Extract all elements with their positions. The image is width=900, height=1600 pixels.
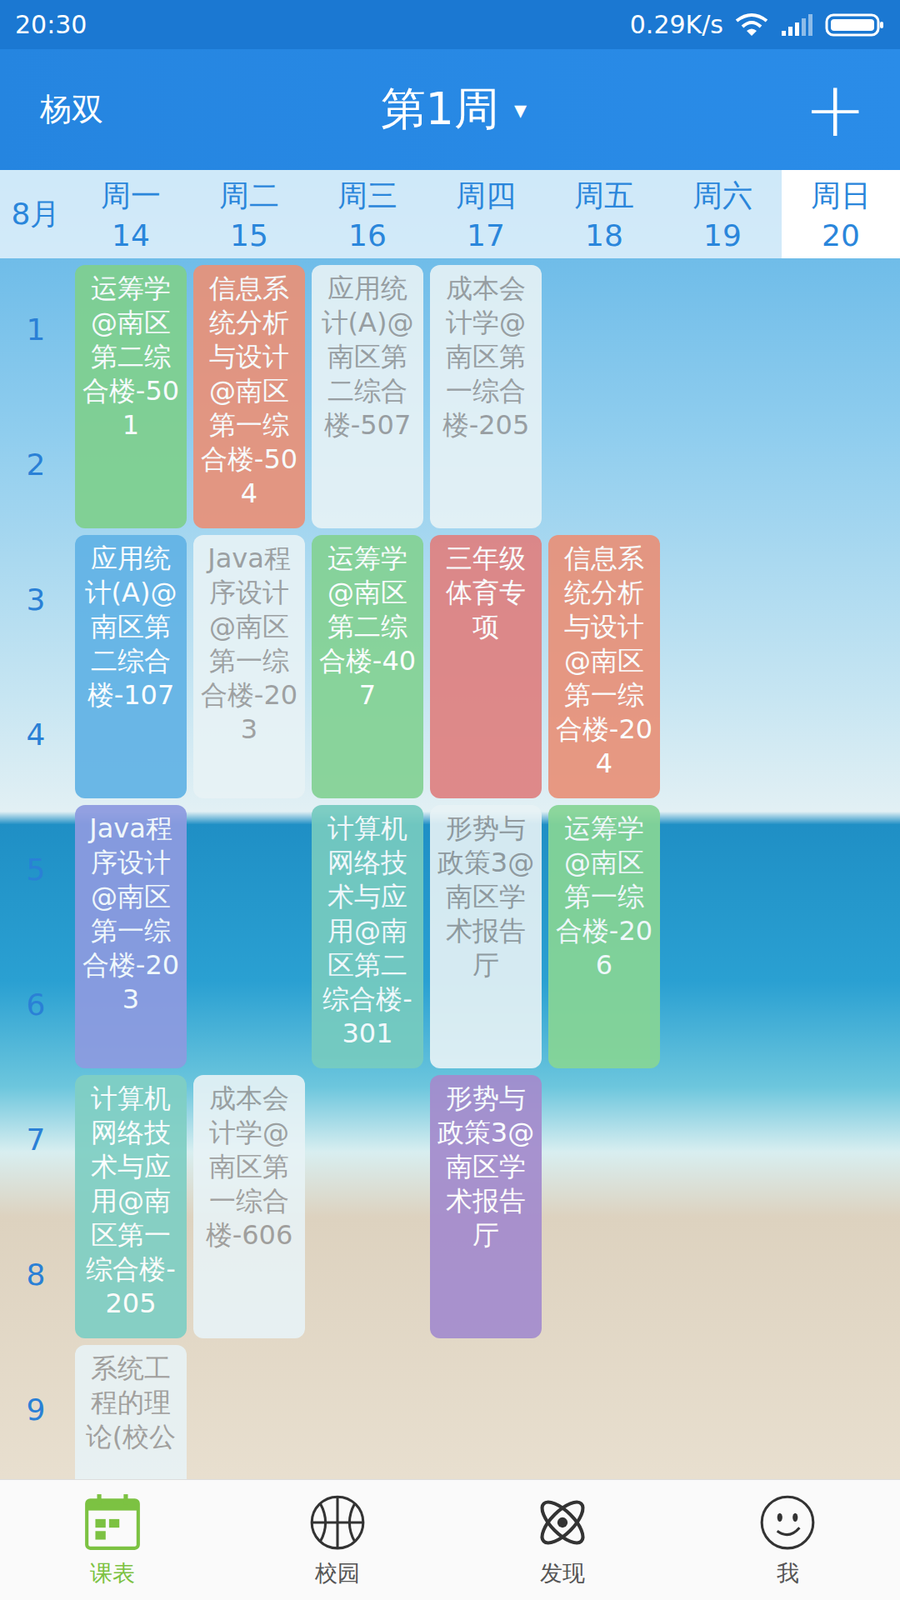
day-cell: 周二15 [190,170,309,259]
day-cell: 周四17 [426,170,545,259]
basketball-icon [306,1491,369,1554]
day-cell: 周三16 [308,170,427,259]
period-label: 3 [0,531,72,667]
day-cell: 周日20 [781,170,900,259]
course-card[interactable]: 信息系统分析与设计@南区第一综合楼-504 [193,265,305,529]
wifi-icon [735,12,769,38]
course-card[interactable]: 三年级体育专项 [430,535,542,799]
course-card[interactable]: 成本会计学@南区第一综合楼-205 [430,265,542,529]
day-cell: 周五18 [545,170,664,259]
nav-tab[interactable]: 我 [675,1480,900,1600]
course-card[interactable]: 应用统计(A)@南区第二综合楼-107 [75,535,187,799]
day-header: 8月周一14周二15周三16周四17周五18周六19周日20 [0,170,900,259]
week-selector[interactable]: 第1周▾ [380,79,527,140]
atom-icon [531,1491,594,1554]
calendar-icon [81,1491,144,1554]
day-cell: 周一14 [71,170,190,259]
nav-tab[interactable]: 发现 [450,1480,675,1600]
period-label: 9 [0,1341,72,1477]
user-name[interactable]: 杨双 [40,88,104,131]
course-card[interactable]: 计算机网络技术与应用@南区第一综合楼-205 [75,1075,187,1339]
course-card[interactable]: Java程序设计@南区第一综合楼-203 [75,805,187,1069]
schedule-area: 8月周一14周二15周三16周四17周五18周六19周日20123456789运… [0,170,900,1480]
period-label: 2 [0,396,72,532]
course-card[interactable]: Java程序设计@南区第一综合楼-203 [193,535,305,799]
period-label: 7 [0,1071,72,1207]
course-card[interactable]: 形势与政策3@南区学术报告厅 [430,1075,542,1339]
top-bar: 杨双 第1周▾ + [0,49,900,170]
battery-icon [825,12,885,38]
course-card[interactable]: 运筹学@南区第二综合楼-501 [75,265,187,529]
signal-icon [780,12,814,38]
timetable: 123456789运筹学@南区第二综合楼-501信息系统分析与设计@南区第一综合… [0,258,900,1480]
course-card[interactable]: 系统工程的理论(校公 [75,1345,187,1480]
day-cell: 周六19 [663,170,782,259]
smiley-icon [756,1491,819,1554]
course-card[interactable]: 计算机网络技术与应用@南区第二综合楼-301 [311,805,424,1069]
period-label: 1 [0,261,72,397]
period-label: 5 [0,801,72,937]
course-card[interactable]: 信息系统分析与设计@南区第一综合楼-204 [548,535,660,799]
course-card[interactable]: 运筹学@南区第二综合楼-407 [311,535,424,799]
status-time: 20:30 [15,10,87,40]
status-bar: 20:30 0.29K/s [0,0,900,50]
nav-tab[interactable]: 校园 [225,1480,450,1600]
bottom-nav: 课表校园发现我 [0,1479,900,1600]
course-card[interactable]: 形势与政策3@南区学术报告厅 [430,805,542,1069]
add-button[interactable]: + [804,72,867,148]
period-label: 8 [0,1206,72,1342]
dropdown-icon: ▾ [514,95,527,125]
course-card[interactable]: 成本会计学@南区第一综合楼-606 [193,1075,305,1339]
schedule-app: 20:30 0.29K/s 杨双 第1周▾ +8月周一14周二15周三16周四17周五1… [0,0,900,1600]
course-card[interactable]: 运筹学@南区第一综合楼-206 [548,805,660,1069]
month-label: 8月 [0,170,72,259]
period-label: 6 [0,936,72,1072]
network-speed: 0.29K/s [630,10,724,40]
course-card[interactable]: 应用统计(A)@南区第二综合楼-507 [311,265,424,529]
period-label: 4 [0,666,72,802]
nav-tab[interactable]: 课表 [0,1480,225,1600]
